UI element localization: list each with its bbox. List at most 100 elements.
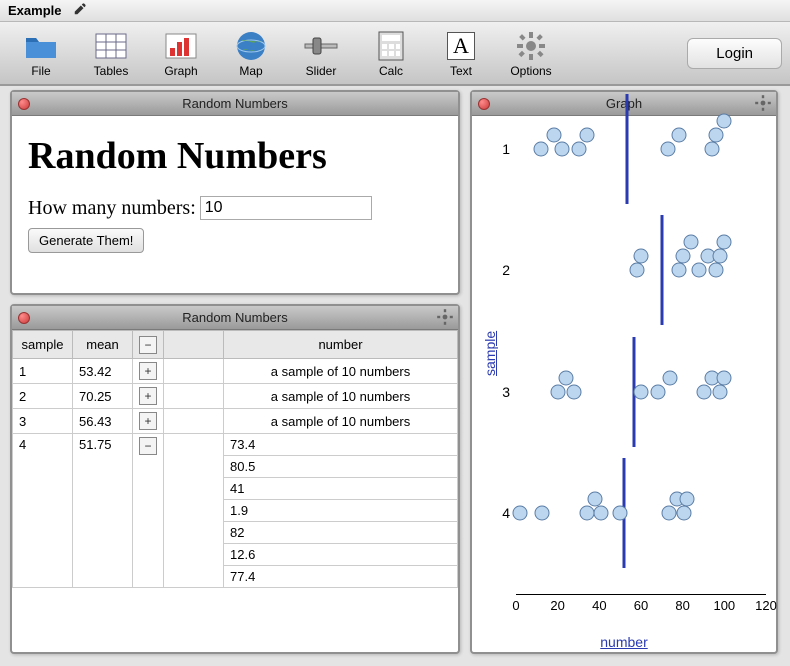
cell-number: 77.4 [224, 566, 458, 588]
toolbar-text[interactable]: A Text [428, 28, 494, 78]
data-point[interactable] [709, 127, 724, 142]
data-point[interactable] [535, 506, 550, 521]
globe-icon [218, 28, 284, 64]
data-point[interactable] [613, 506, 628, 521]
cell-number: 1.9 [224, 500, 458, 522]
data-point[interactable] [661, 141, 676, 156]
data-point[interactable] [675, 249, 690, 264]
data-point[interactable] [704, 141, 719, 156]
data-point[interactable] [579, 506, 594, 521]
toolbar-tables[interactable]: Tables [78, 28, 144, 78]
toolbar-calc[interactable]: Calc [358, 28, 424, 78]
data-point[interactable] [571, 141, 586, 156]
panel-graph: Graph sample number 0204060801001201234 [470, 90, 778, 654]
data-point[interactable] [661, 506, 676, 521]
data-point[interactable] [713, 384, 728, 399]
panel-title-text: Random Numbers [182, 96, 288, 111]
close-icon[interactable] [478, 98, 490, 110]
panel-titlebar[interactable]: Random Numbers [12, 306, 458, 330]
toolbar-slider[interactable]: Slider [288, 28, 354, 78]
x-tick: 80 [675, 594, 689, 613]
y-tick: 3 [502, 384, 516, 400]
data-point[interactable] [684, 235, 699, 250]
cell-mean: 56.43 [73, 409, 133, 434]
cell-sample: 2 [13, 384, 73, 409]
data-point[interactable] [663, 370, 678, 385]
data-point[interactable] [696, 384, 711, 399]
calculator-icon [358, 28, 424, 64]
toolbar-label: Calc [358, 64, 424, 78]
toolbar-map[interactable]: Map [218, 28, 284, 78]
col-expand-header[interactable]: − [133, 331, 164, 359]
collapse-all-icon[interactable]: − [139, 336, 157, 354]
data-point[interactable] [717, 113, 732, 128]
data-point[interactable] [546, 127, 561, 142]
data-point[interactable] [717, 235, 732, 250]
x-tick: 100 [713, 594, 735, 613]
expand-row-icon[interactable]: + [139, 387, 157, 405]
cell-summary: a sample of 10 numbers [224, 384, 458, 409]
x-axis-label[interactable]: number [600, 634, 647, 650]
data-point[interactable] [567, 384, 582, 399]
expand-row-icon[interactable]: + [139, 362, 157, 380]
data-point[interactable] [692, 263, 707, 278]
plot-area[interactable]: 0204060801001201234 [516, 126, 766, 612]
data-point[interactable] [550, 384, 565, 399]
close-icon[interactable] [18, 312, 30, 324]
data-point[interactable] [534, 141, 549, 156]
toolbar-label: Text [428, 64, 494, 78]
how-many-input[interactable] [200, 196, 372, 220]
gear-icon[interactable] [754, 94, 772, 115]
panel-table: Random Numbers sample mean − number 153.… [10, 304, 460, 654]
edit-title-icon[interactable] [73, 2, 87, 19]
data-point[interactable] [671, 263, 686, 278]
data-point[interactable] [629, 263, 644, 278]
table-row[interactable]: 451.75−73.4 [13, 434, 458, 456]
data-point[interactable] [679, 492, 694, 507]
data-point[interactable] [594, 506, 609, 521]
toolbar-label: Slider [288, 64, 354, 78]
workspace: Random Numbers Random Numbers How many n… [0, 86, 790, 666]
close-icon[interactable] [18, 98, 30, 110]
cell-spacer [164, 434, 224, 588]
data-point[interactable] [559, 370, 574, 385]
data-point[interactable] [634, 249, 649, 264]
generate-button[interactable]: Generate Them! [28, 228, 144, 253]
data-point[interactable] [512, 506, 527, 521]
generator-heading: Random Numbers [28, 134, 442, 178]
toolbar-graph[interactable]: Graph [148, 28, 214, 78]
panel-titlebar[interactable]: Graph [472, 92, 776, 116]
table-row[interactable]: 270.25+a sample of 10 numbers [13, 384, 458, 409]
toolbar-file[interactable]: File [8, 28, 74, 78]
table-row[interactable]: 356.43+a sample of 10 numbers [13, 409, 458, 434]
data-point[interactable] [676, 506, 691, 521]
expand-row-icon[interactable]: + [139, 412, 157, 430]
table-row[interactable]: 153.42+a sample of 10 numbers [13, 359, 458, 384]
data-point[interactable] [709, 263, 724, 278]
toolbar-options[interactable]: Options [498, 28, 564, 78]
cell-number: 73.4 [224, 434, 458, 456]
data-point[interactable] [554, 141, 569, 156]
data-point[interactable] [713, 249, 728, 264]
collapse-row-icon[interactable]: − [139, 437, 157, 455]
gear-icon[interactable] [436, 308, 454, 329]
mean-line [661, 215, 664, 325]
x-tick: 40 [592, 594, 606, 613]
data-point[interactable] [588, 492, 603, 507]
app-header: Example [0, 0, 790, 22]
toolbar-label: Graph [148, 64, 214, 78]
panel-titlebar[interactable]: Random Numbers [12, 92, 458, 116]
data-point[interactable] [671, 127, 686, 142]
y-axis-label[interactable]: sample [482, 331, 498, 376]
toolbar-label: Tables [78, 64, 144, 78]
data-point[interactable] [717, 370, 732, 385]
data-point[interactable] [650, 384, 665, 399]
how-many-label: How many numbers: [28, 197, 196, 220]
data-point[interactable] [634, 384, 649, 399]
data-point[interactable] [579, 127, 594, 142]
col-mean-header[interactable]: mean [73, 331, 133, 359]
col-sample-header[interactable]: sample [13, 331, 73, 359]
slider-icon [288, 28, 354, 64]
col-number-header[interactable]: number [224, 331, 458, 359]
login-button[interactable]: Login [687, 38, 782, 69]
